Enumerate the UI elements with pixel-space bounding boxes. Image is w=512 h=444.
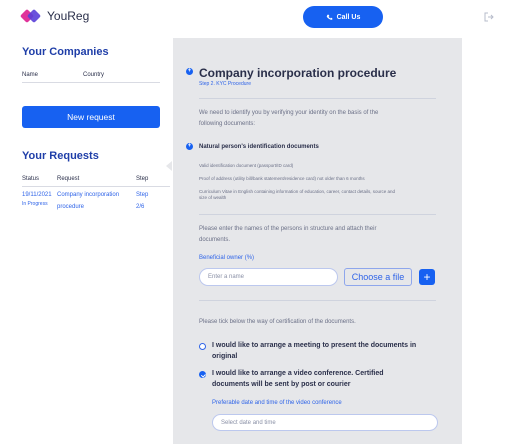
option-meeting-line1[interactable]: I would like to arrange a meeting to pre… [212, 340, 416, 351]
preferable-date-label: Preferable date and time of the video co… [212, 400, 342, 406]
requests-title: Your Requests [22, 150, 99, 162]
divider [199, 214, 436, 215]
add-owner-button[interactable]: + [419, 269, 435, 285]
requests-col-step: Step [136, 176, 149, 182]
requests-col-status: Status [22, 176, 40, 182]
requests-col-request: Request [57, 176, 80, 182]
names-instruction-line2: documents. [199, 237, 231, 243]
requests-divider [22, 186, 170, 187]
call-us-label: Call Us [336, 13, 361, 21]
doc-item: size of wealth [199, 195, 227, 200]
step-label: Step 2. KYC Procedure [199, 81, 251, 87]
companies-col-country: Country [83, 72, 105, 78]
date-time-input[interactable]: Select date and time [212, 414, 438, 431]
brand-name: YouReg [47, 9, 90, 23]
request-status: In Progress [22, 201, 48, 207]
intro-line1: We need to identify you by verifying you… [199, 110, 379, 116]
sidebar: Your Companies Name Country New request … [0, 34, 170, 444]
divider [199, 300, 436, 301]
request-name-line2[interactable]: procedure [57, 202, 84, 212]
doc-item: Proof of address (utility bill/bank stat… [199, 176, 365, 181]
page-title: Company incorporation procedure [199, 66, 397, 80]
request-step-line1: Step [136, 192, 149, 198]
request-name-line1[interactable]: Company incorporation [57, 190, 119, 200]
section-bullet-icon: + [186, 68, 193, 75]
phone-icon [326, 14, 332, 20]
active-request-pointer [166, 161, 172, 171]
choose-file-button[interactable]: Choose a file [344, 268, 412, 286]
option-meeting-line2[interactable]: original [212, 351, 237, 362]
doc-section-bullet-icon: + [186, 143, 193, 150]
companies-title: Your Companies [22, 46, 109, 58]
names-instruction-line1: Please enter the names of the persons in… [199, 226, 377, 232]
new-request-button[interactable]: New request [22, 106, 160, 128]
intro-line2: following documents: [199, 121, 256, 127]
top-bar: YouReg Call Us [0, 0, 512, 34]
kyc-panel: + Company incorporation procedure Step 2… [173, 38, 462, 444]
companies-divider [22, 82, 160, 83]
companies-col-name: Name [22, 72, 39, 78]
request-date: 19/11/2021 [22, 192, 52, 198]
logo-icon [19, 8, 42, 24]
doc-item: Valid identification document (passport/… [199, 163, 294, 168]
option-video-radio[interactable] [199, 371, 206, 378]
certification-instruction: Please tick below the way of certificati… [199, 319, 356, 325]
doc-item: Curriculum Vitae in English containing i… [199, 189, 396, 194]
call-us-button[interactable]: Call Us [303, 6, 383, 28]
option-video-line2[interactable]: documents will be sent by post or courie… [212, 379, 350, 390]
logo[interactable]: YouReg [19, 8, 90, 24]
request-step-line2: 2/6 [136, 204, 145, 210]
logout-icon[interactable] [483, 11, 495, 23]
doc-section-title: Natural person's identification document… [199, 144, 319, 150]
divider [199, 98, 436, 99]
option-video-line1[interactable]: I would like to arrange a video conferen… [212, 368, 384, 379]
option-meeting-radio[interactable] [199, 343, 206, 350]
beneficial-owner-label: Beneficial owner (%) [199, 255, 255, 261]
beneficial-owner-name-input[interactable]: Enter a name [199, 268, 338, 286]
